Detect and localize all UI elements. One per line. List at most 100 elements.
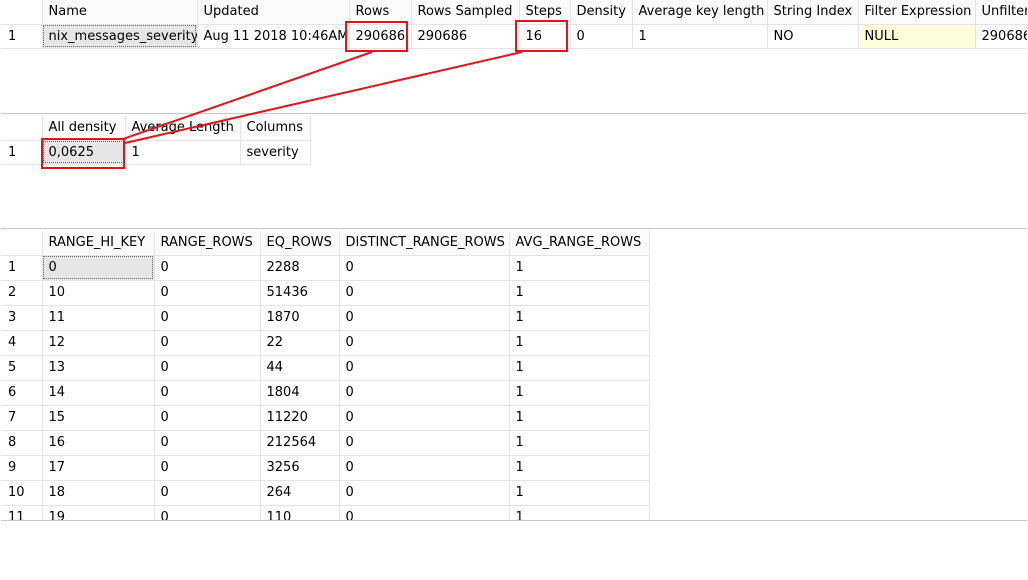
- row-number[interactable]: 7: [1, 404, 43, 431]
- cell-columns[interactable]: severity: [239, 139, 311, 165]
- cell-distinct-range-rows[interactable]: 0: [338, 404, 510, 431]
- cell-rows[interactable]: 290686: [348, 23, 412, 49]
- row-number[interactable]: 4: [1, 329, 43, 356]
- cell-avg-range-rows[interactable]: 1: [508, 404, 650, 431]
- cell-distinct-range-rows[interactable]: 0: [338, 304, 510, 331]
- table-row[interactable]: 7 15 0 11220 0 1: [1, 404, 650, 431]
- cell-range-rows[interactable]: 0: [153, 379, 261, 406]
- column-header-range-hi-key[interactable]: RANGE_HI_KEY: [41, 231, 155, 256]
- cell-distinct-range-rows[interactable]: 0: [338, 504, 510, 520]
- cell-avg-range-rows[interactable]: 1: [508, 304, 650, 331]
- row-number[interactable]: 1: [1, 139, 43, 165]
- cell-avg-range-rows[interactable]: 1: [508, 479, 650, 506]
- cell-eq-rows[interactable]: 212564: [259, 429, 340, 456]
- cell-eq-rows[interactable]: 110: [259, 504, 340, 520]
- cell-avg-range-rows[interactable]: 1: [508, 454, 650, 481]
- cell-range-rows[interactable]: 0: [153, 504, 261, 520]
- row-number[interactable]: 3: [1, 304, 43, 331]
- cell-distinct-range-rows[interactable]: 0: [338, 379, 510, 406]
- row-number[interactable]: 5: [1, 354, 43, 381]
- cell-average-length[interactable]: 1: [124, 139, 241, 165]
- cell-range-hi-key[interactable]: 16: [41, 429, 155, 456]
- table-row[interactable]: 1 0 0 2288 0 1: [1, 254, 650, 281]
- cell-range-hi-key[interactable]: 0: [41, 254, 155, 281]
- cell-density[interactable]: 0: [569, 23, 633, 49]
- cell-distinct-range-rows[interactable]: 0: [338, 354, 510, 381]
- table-row[interactable]: 11 19 0 110 0 1: [1, 504, 650, 520]
- column-header-range-rows[interactable]: RANGE_ROWS: [153, 231, 261, 256]
- cell-updated[interactable]: Aug 11 2018 10:46AM: [196, 23, 350, 49]
- cell-range-rows[interactable]: 0: [153, 329, 261, 356]
- row-number[interactable]: 8: [1, 429, 43, 456]
- cell-average-key-length[interactable]: 1: [631, 23, 768, 49]
- cell-range-rows[interactable]: 0: [153, 254, 261, 281]
- cell-filter-expression[interactable]: NULL: [857, 23, 976, 49]
- column-header-columns[interactable]: Columns: [239, 116, 311, 141]
- cell-distinct-range-rows[interactable]: 0: [338, 479, 510, 506]
- cell-range-hi-key[interactable]: 17: [41, 454, 155, 481]
- cell-range-rows[interactable]: 0: [153, 304, 261, 331]
- cell-string-index[interactable]: NO: [766, 23, 859, 49]
- cell-avg-range-rows[interactable]: 1: [508, 354, 650, 381]
- row-number[interactable]: 10: [1, 479, 43, 506]
- cell-range-rows[interactable]: 0: [153, 404, 261, 431]
- cell-avg-range-rows[interactable]: 1: [508, 254, 650, 281]
- column-header-average-length[interactable]: Average Length: [124, 116, 241, 141]
- column-header-name[interactable]: Name: [41, 0, 198, 25]
- cell-range-rows[interactable]: 0: [153, 279, 261, 306]
- cell-distinct-range-rows[interactable]: 0: [338, 329, 510, 356]
- cell-range-hi-key[interactable]: 18: [41, 479, 155, 506]
- table-row[interactable]: 1 0,0625 1 severity: [1, 139, 311, 165]
- table-row[interactable]: 5 13 0 44 0 1: [1, 354, 650, 381]
- cell-eq-rows[interactable]: 22: [259, 329, 340, 356]
- row-number[interactable]: 1: [1, 23, 43, 49]
- cell-eq-rows[interactable]: 51436: [259, 279, 340, 306]
- table-row[interactable]: 3 11 0 1870 0 1: [1, 304, 650, 331]
- column-header-string-index[interactable]: String Index: [766, 0, 859, 25]
- column-header-density[interactable]: Density: [569, 0, 633, 25]
- cell-eq-rows[interactable]: 44: [259, 354, 340, 381]
- column-header-updated[interactable]: Updated: [196, 0, 350, 25]
- column-header-avg-range-rows[interactable]: AVG_RANGE_ROWS: [508, 231, 650, 256]
- row-number[interactable]: 9: [1, 454, 43, 481]
- column-header-rows-sampled[interactable]: Rows Sampled: [410, 0, 520, 25]
- cell-range-hi-key[interactable]: 19: [41, 504, 155, 520]
- cell-range-rows[interactable]: 0: [153, 429, 261, 456]
- column-header-steps[interactable]: Steps: [518, 0, 571, 25]
- cell-rows-sampled[interactable]: 290686: [410, 23, 520, 49]
- cell-range-hi-key[interactable]: 13: [41, 354, 155, 381]
- cell-eq-rows[interactable]: 264: [259, 479, 340, 506]
- column-header-average-key-length[interactable]: Average key length: [631, 0, 768, 25]
- column-header-all-density[interactable]: All density: [41, 116, 126, 141]
- cell-avg-range-rows[interactable]: 1: [508, 379, 650, 406]
- row-number[interactable]: 2: [1, 279, 43, 306]
- cell-range-hi-key[interactable]: 12: [41, 329, 155, 356]
- table-row[interactable]: 10 18 0 264 0 1: [1, 479, 650, 506]
- cell-name[interactable]: nix_messages_severity: [41, 23, 198, 49]
- cell-range-rows[interactable]: 0: [153, 354, 261, 381]
- cell-distinct-range-rows[interactable]: 0: [338, 454, 510, 481]
- cell-distinct-range-rows[interactable]: 0: [338, 429, 510, 456]
- cell-eq-rows[interactable]: 2288: [259, 254, 340, 281]
- cell-unfiltered-rows[interactable]: 290686: [974, 23, 1027, 49]
- row-number[interactable]: 1: [1, 254, 43, 281]
- table-row[interactable]: 6 14 0 1804 0 1: [1, 379, 650, 406]
- cell-all-density[interactable]: 0,0625: [41, 139, 126, 165]
- row-number[interactable]: 11: [1, 504, 43, 520]
- column-header-rows[interactable]: Rows: [348, 0, 412, 25]
- cell-eq-rows[interactable]: 11220: [259, 404, 340, 431]
- table-row[interactable]: 4 12 0 22 0 1: [1, 329, 650, 356]
- cell-range-hi-key[interactable]: 15: [41, 404, 155, 431]
- column-header-unfiltered-rows[interactable]: Unfiltered Rows: [974, 0, 1027, 25]
- table-row[interactable]: 1 nix_messages_severity Aug 11 2018 10:4…: [1, 23, 1027, 49]
- table-row[interactable]: 9 17 0 3256 0 1: [1, 454, 650, 481]
- cell-range-hi-key[interactable]: 14: [41, 379, 155, 406]
- cell-distinct-range-rows[interactable]: 0: [338, 279, 510, 306]
- cell-steps[interactable]: 16: [518, 23, 571, 49]
- cell-range-rows[interactable]: 0: [153, 479, 261, 506]
- row-number[interactable]: 6: [1, 379, 43, 406]
- column-header-filter-expression[interactable]: Filter Expression: [857, 0, 976, 25]
- cell-range-hi-key[interactable]: 10: [41, 279, 155, 306]
- cell-range-hi-key[interactable]: 11: [41, 304, 155, 331]
- cell-range-rows[interactable]: 0: [153, 454, 261, 481]
